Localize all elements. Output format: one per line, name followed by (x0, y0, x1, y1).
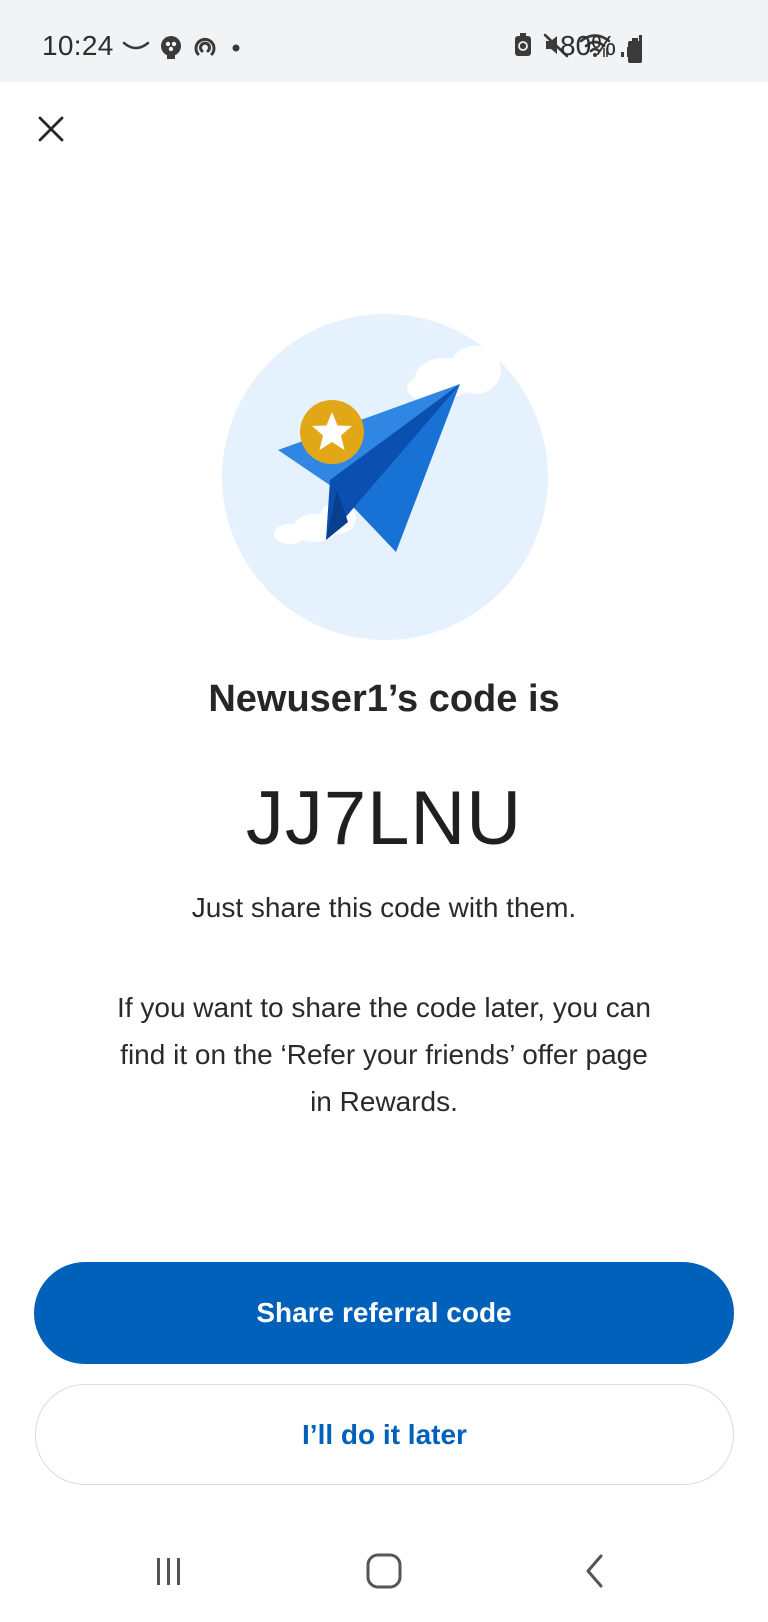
share-referral-code-button[interactable]: Share referral code (34, 1262, 734, 1364)
close-button[interactable] (26, 106, 76, 156)
sync-icon (192, 34, 218, 65)
home-icon (364, 1552, 404, 1595)
system-nav-bar (0, 1530, 768, 1622)
back-button[interactable] (566, 1548, 626, 1598)
battery-percent: 80% (560, 30, 617, 61)
home-button[interactable] (354, 1548, 414, 1598)
info-line: in Rewards. (310, 1086, 458, 1117)
do-it-later-label: I’ll do it later (302, 1418, 467, 1450)
headline: Newuser1’s code is (208, 678, 560, 720)
status-bar: 10:24 80% (0, 0, 768, 82)
info-line: If you want to share the code later, you… (117, 992, 651, 1023)
referral-code: JJ7LNU (245, 776, 523, 861)
status-time: 10:24 (42, 30, 114, 61)
status-left-icons (122, 34, 246, 64)
people-icon (158, 34, 184, 65)
paper-plane-star-illustration (220, 312, 550, 642)
share-referral-code-label: Share referral code (256, 1297, 512, 1328)
call-icon (122, 39, 150, 60)
subtext: Just share this code with them. (191, 892, 577, 923)
back-icon (581, 1553, 611, 1594)
battery-saver-icon (512, 32, 534, 63)
close-icon (37, 115, 65, 148)
battery-icon (627, 38, 643, 69)
dot-icon (226, 37, 246, 62)
recent-apps-button[interactable] (138, 1548, 198, 1598)
do-it-later-button[interactable]: I’ll do it later (35, 1384, 734, 1485)
info-text: If you want to share the code later, you… (80, 984, 688, 1125)
info-line: find it on the ‘Refer your friends’ offe… (120, 1039, 648, 1070)
recent-apps-icon (150, 1554, 186, 1593)
